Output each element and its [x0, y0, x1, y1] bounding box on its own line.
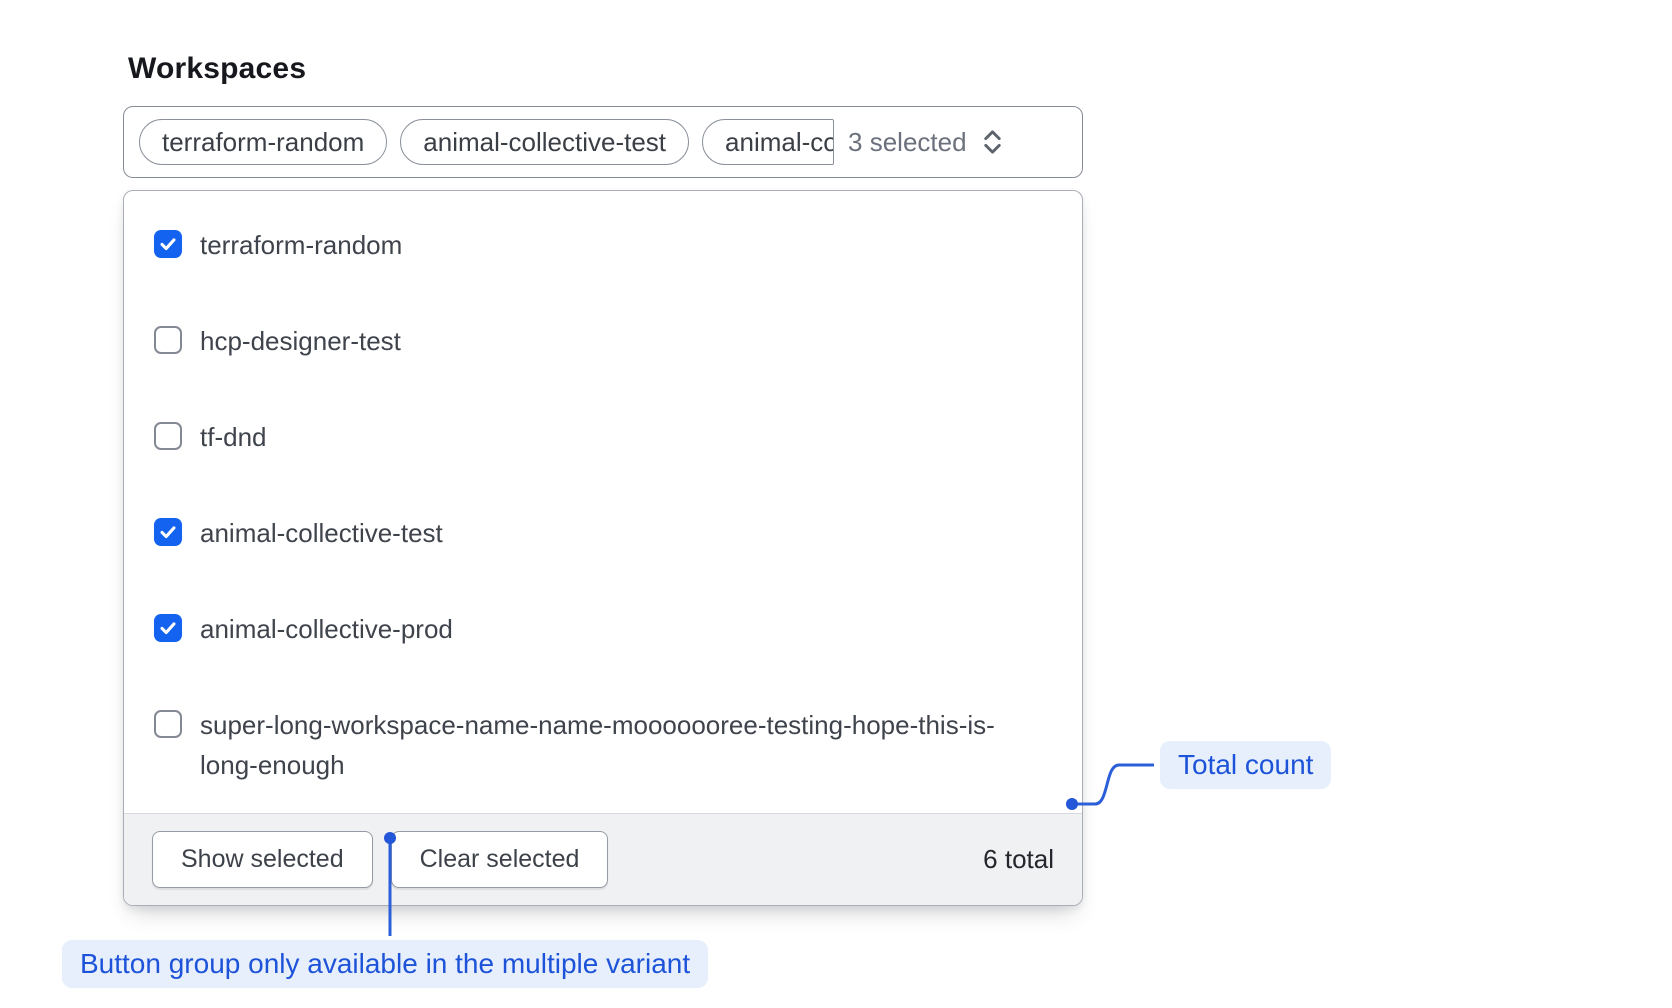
- option-row[interactable]: terraform-random: [154, 197, 1052, 293]
- option-label: terraform-random: [200, 225, 402, 265]
- option-label: hcp-designer-test: [200, 321, 401, 361]
- selected-pills: terraform-random animal-collective-test an…: [139, 119, 834, 165]
- selected-pill: animal-collective-prod: [702, 119, 834, 165]
- checkbox-unchecked-icon[interactable]: [154, 326, 182, 354]
- chevrons-up-down-icon: [979, 126, 1006, 158]
- show-selected-button[interactable]: Show selected: [152, 831, 373, 888]
- option-label: animal-collective-test: [200, 513, 443, 553]
- annotation-total-count: Total count: [1160, 741, 1331, 789]
- selected-pill: animal-collective-test: [400, 119, 689, 165]
- checkbox-checked-icon[interactable]: [154, 230, 182, 258]
- workspaces-label: Workspaces: [128, 52, 306, 86]
- selected-count-label: 3 selected: [848, 127, 967, 158]
- annotation-button-group: Button group only available in the multi…: [62, 940, 708, 988]
- option-listbox: terraform-random hcp-designer-test tf-dnd a…: [124, 191, 1082, 813]
- option-label: animal-collective-prod: [200, 609, 453, 649]
- option-row[interactable]: tf-dnd: [154, 389, 1052, 485]
- option-row[interactable]: hcp-designer-test: [154, 293, 1052, 389]
- option-row[interactable]: super-long-workspace-name-name-moooooore…: [154, 677, 1052, 813]
- checkbox-checked-icon[interactable]: [154, 518, 182, 546]
- total-count-label: 6 total: [983, 844, 1054, 875]
- checkbox-checked-icon[interactable]: [154, 614, 182, 642]
- page: Workspaces terraform-random animal-collec…: [0, 0, 1672, 1008]
- option-label: super-long-workspace-name-name-moooooore…: [200, 705, 1000, 785]
- checkbox-unchecked-icon[interactable]: [154, 422, 182, 450]
- option-label: tf-dnd: [200, 417, 267, 457]
- option-row[interactable]: animal-collective-prod: [154, 581, 1052, 677]
- selected-pill: terraform-random: [139, 119, 387, 165]
- option-row[interactable]: animal-collective-test: [154, 485, 1052, 581]
- select-trigger[interactable]: terraform-random animal-collective-test an…: [123, 106, 1083, 178]
- panel-footer: Show selected Clear selected 6 total: [124, 813, 1082, 905]
- clear-selected-button[interactable]: Clear selected: [391, 831, 609, 888]
- dropdown-panel: terraform-random hcp-designer-test tf-dnd a…: [123, 190, 1083, 906]
- checkbox-unchecked-icon[interactable]: [154, 710, 182, 738]
